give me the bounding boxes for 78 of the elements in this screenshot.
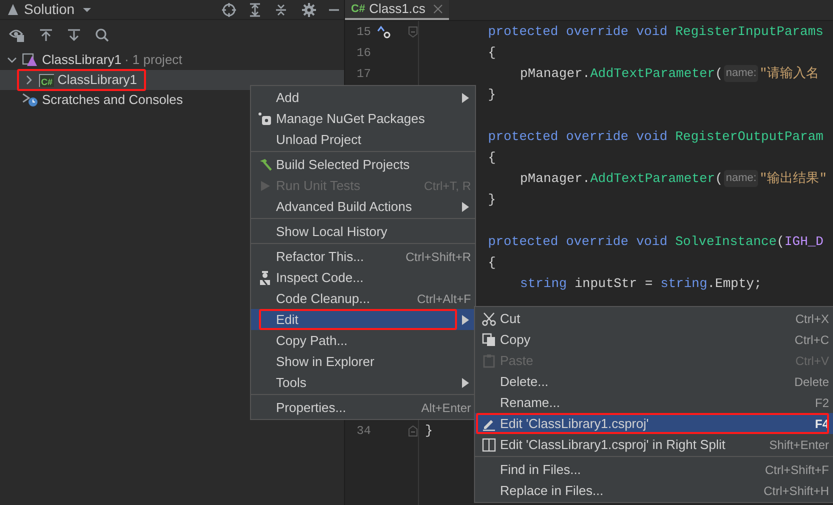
code-line: protected override void RegisterInputParams: [488, 22, 824, 41]
menu-item[interactable]: Show in Explorer: [251, 351, 475, 372]
shortcut-text: F2: [814, 394, 829, 412]
line-number: 34: [356, 422, 371, 440]
fold-icon[interactable]: [408, 424, 418, 436]
tree-item-label[interactable]: ClassLibrary1: [42, 50, 124, 70]
file-type-label: C#: [39, 74, 54, 86]
inspector-icon: [259, 270, 271, 284]
scratches-icon: [22, 93, 38, 107]
code-line: {: [488, 148, 496, 167]
line-number: 16: [356, 44, 371, 62]
menu-item[interactable]: Replace in Files... Ctrl+Shift+H: [475, 480, 833, 501]
shortcut-text: Ctrl+Shift+R: [406, 248, 471, 266]
menu-item[interactable]: Find in Files... Ctrl+Shift+F: [475, 459, 833, 480]
split-view-icon: [482, 438, 496, 452]
menu-item[interactable]: Properties... Alt+Enter: [251, 397, 475, 418]
menu-item[interactable]: Build Selected Projects: [251, 154, 475, 175]
code-line: pManager.AddTextParameter( name: "输出结果": [520, 169, 828, 188]
shortcut-text: Shift+Enter: [769, 436, 829, 454]
locate-icon[interactable]: [222, 2, 236, 16]
solution-icon: [22, 53, 38, 67]
file-type-label: C#: [351, 2, 366, 17]
hammer-icon: [258, 158, 272, 172]
code-line: }: [488, 190, 496, 209]
settings-icon[interactable]: [302, 2, 316, 16]
menu-item[interactable]: Inspect Code...: [251, 267, 475, 288]
tree-item-label[interactable]: Scratches and Consoles: [42, 90, 186, 110]
shortcut-text: Delete: [794, 374, 829, 390]
line-number: 17: [356, 66, 371, 82]
scissors-icon: [482, 312, 496, 326]
move-up-icon[interactable]: [39, 28, 53, 42]
shortcut-text: Ctrl+Alt+F: [416, 290, 471, 308]
play-icon: [259, 180, 271, 192]
code-line: }: [425, 422, 433, 440]
code-line: protected override void RegisterOutputParam: [488, 128, 824, 146]
tree-item-note: · 1 project: [124, 51, 182, 70]
menu-item[interactable]: Code Cleanup... Ctrl+Alt+F: [251, 288, 475, 309]
editor-tab[interactable]: C# Class1.cs: [345, 0, 450, 20]
package-icon: [258, 112, 272, 126]
copy-icon: [482, 332, 496, 346]
search-icon[interactable]: [95, 28, 109, 42]
close-icon[interactable]: [433, 4, 444, 14]
shortcut-text: Ctrl+Shift+F: [764, 462, 829, 478]
shortcut-text: Ctrl+C: [794, 332, 829, 348]
code-line: {: [488, 254, 496, 272]
menu-item[interactable]: Cut Ctrl+X: [475, 308, 833, 329]
eye-icon[interactable]: [9, 28, 25, 42]
menu-item[interactable]: Show Local History: [251, 221, 475, 242]
tree-item-label[interactable]: ClassLibrary1: [58, 70, 140, 90]
menu-item[interactable]: Tools: [251, 372, 475, 393]
code-line: protected override void SolveInstance(IGH_D: [488, 232, 824, 251]
menu-item[interactable]: Manage NuGet Packages: [251, 108, 475, 129]
menu-item[interactable]: Edit 'ClassLibrary1.csproj' in Right Split Shift+Enter: [475, 434, 833, 455]
shortcut-text: Ctrl+X: [795, 310, 829, 328]
override-marker-icon[interactable]: [377, 24, 391, 38]
menu-item[interactable]: Add: [251, 87, 475, 108]
shortcut-text: Ctrl+Shift+H: [764, 482, 829, 500]
menu-item[interactable]: Copy Path...: [251, 330, 475, 351]
menu-item[interactable]: Edit: [251, 309, 475, 330]
menu-item[interactable]: Delete... Delete: [475, 371, 833, 392]
code-line: pManager.AddTextParameter( name: "请输入名: [520, 64, 820, 84]
code-line: {: [488, 44, 496, 62]
panel-title: Solution: [24, 0, 75, 19]
collapse-all-icon[interactable]: [274, 2, 288, 16]
menu-item[interactable]: Rename... F2: [475, 392, 833, 413]
menu-item[interactable]: Refactor This... Ctrl+Shift+R: [251, 246, 475, 267]
clipboard-icon: [483, 354, 495, 368]
move-down-icon[interactable]: [67, 28, 81, 42]
fold-icon[interactable]: [408, 26, 418, 38]
code-line: string inputStr = string.Empty;: [520, 274, 762, 293]
shortcut-text: Alt+Enter: [421, 400, 471, 416]
menu-item[interactable]: Advanced Build Actions: [251, 196, 475, 217]
expand-all-icon[interactable]: [248, 2, 262, 16]
solution-icon: [6, 2, 20, 16]
menu-item[interactable]: Copy Ctrl+C: [475, 329, 833, 350]
code-line: }: [488, 86, 496, 104]
line-number: 15: [356, 24, 371, 40]
menu-item[interactable]: Unload Project: [251, 129, 475, 150]
